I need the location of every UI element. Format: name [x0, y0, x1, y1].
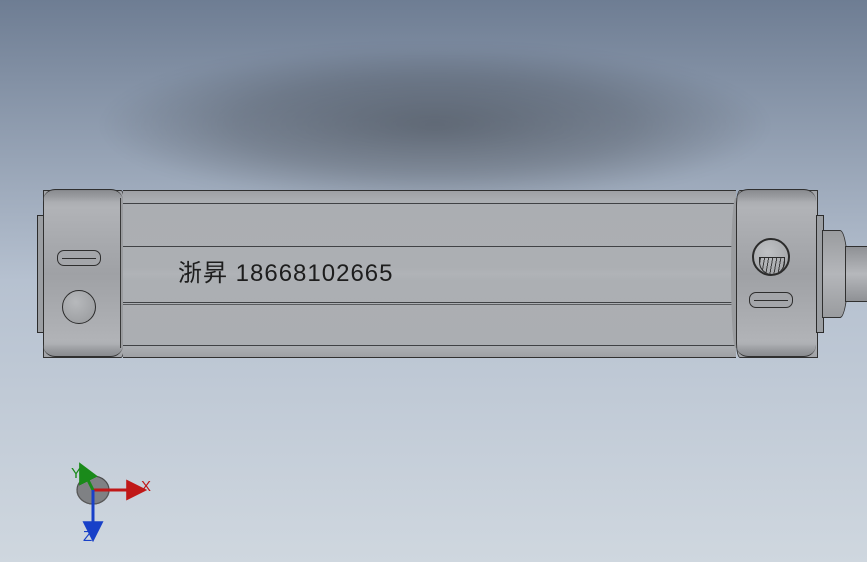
- cad-viewport[interactable]: 浙昇 18668102665: [0, 0, 867, 562]
- bolt-head-icon: [62, 290, 96, 324]
- screw-slot-icon: [749, 292, 793, 308]
- view-orientation-triad[interactable]: X Y Z: [55, 460, 165, 550]
- cylinder-model[interactable]: 浙昇 18668102665: [37, 190, 841, 356]
- end-cap-right-chamfer-top: [736, 189, 816, 202]
- air-port-icon: [752, 238, 790, 276]
- model-shadow: [30, 50, 840, 200]
- end-cap-left-body: [43, 190, 125, 358]
- cylinder-barrel: 浙昇 18668102665: [123, 190, 736, 358]
- y-axis-label: Y: [71, 465, 81, 482]
- barrel-edge-line: [123, 345, 736, 346]
- barrel-edge-line: [123, 302, 736, 303]
- x-axis-label: X: [141, 478, 151, 495]
- z-axis-label: Z: [83, 528, 92, 545]
- barrel-edge-line: [123, 304, 736, 305]
- screw-slot-icon: [57, 250, 101, 266]
- end-cap-right-chamfer-bottom: [736, 344, 816, 357]
- end-cap-left-chamfer-top: [43, 189, 123, 202]
- port-thread-hatch: [759, 257, 785, 275]
- end-cap-left-chamfer-bottom: [43, 344, 123, 357]
- piston-rod: [845, 246, 867, 302]
- barrel-edge-line: [123, 203, 736, 204]
- engraved-text: 浙昇 18668102665: [178, 253, 394, 288]
- end-cap-left: [37, 190, 123, 356]
- barrel-edge-line: [123, 246, 736, 247]
